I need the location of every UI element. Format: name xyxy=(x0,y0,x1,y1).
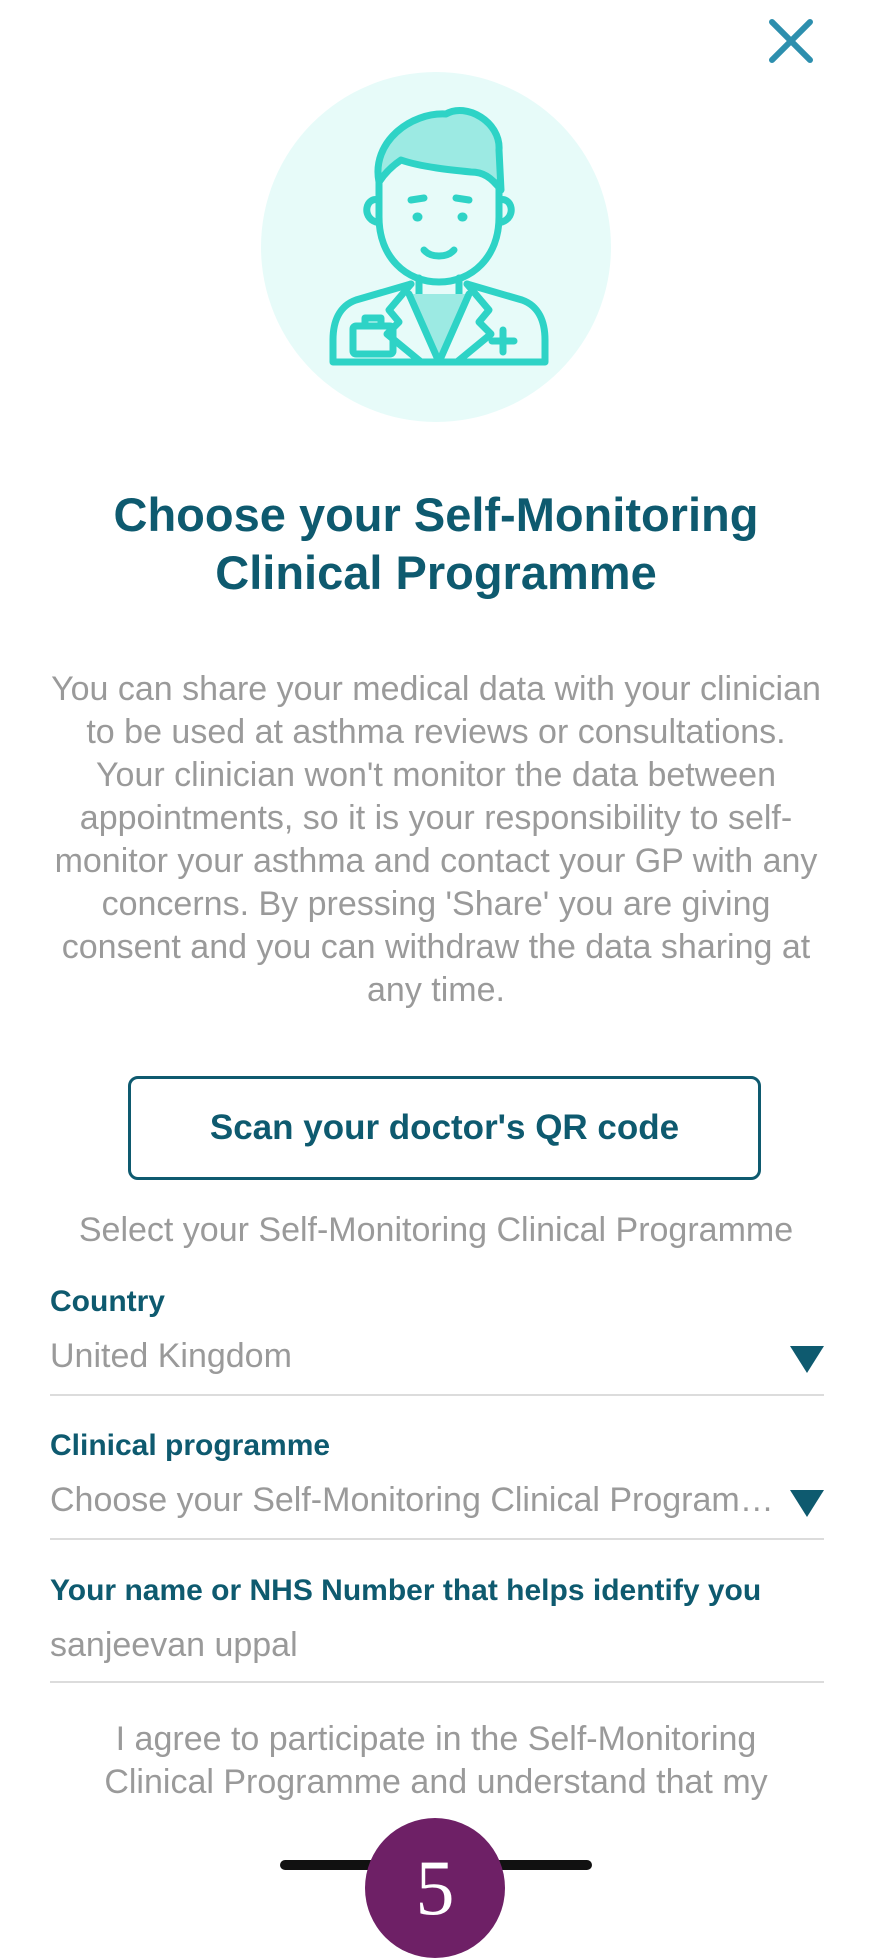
page-title: Choose your Self-Monitoring Clinical Pro… xyxy=(0,486,872,602)
close-button[interactable] xyxy=(760,12,820,72)
description-text: You can share your medical data with you… xyxy=(51,670,821,1009)
close-icon xyxy=(769,19,813,63)
country-value: United Kingdom xyxy=(50,1337,292,1375)
agreement-text: I agree to participate in the Self-Monit… xyxy=(104,1720,768,1818)
country-select[interactable]: Country United Kingdom xyxy=(50,1284,824,1376)
country-label: Country xyxy=(50,1285,165,1318)
identifier-input[interactable]: sanjeevan uppal xyxy=(50,1625,824,1665)
doctor-avatar-icon xyxy=(329,106,549,366)
step-badge: 5 xyxy=(365,1818,505,1958)
identifier-label: Your name or NHS Number that helps ident… xyxy=(50,1574,762,1607)
page-title-line2: Clinical Programme xyxy=(215,546,657,599)
identifier-field[interactable]: Your name or NHS Number that helps ident… xyxy=(50,1573,824,1665)
chevron-down-icon xyxy=(790,1490,824,1517)
doctor-avatar xyxy=(261,72,611,422)
country-underline xyxy=(50,1394,824,1396)
programme-label: Clinical programme xyxy=(50,1429,331,1462)
programme-underline xyxy=(50,1538,824,1540)
scan-qr-button[interactable]: Scan your doctor's QR code xyxy=(128,1076,761,1180)
select-prompt: Select your Self-Monitoring Clinical Pro… xyxy=(78,1211,794,1249)
programme-select[interactable]: Clinical programme Choose your Self-Moni… xyxy=(50,1428,824,1520)
chevron-down-icon xyxy=(790,1346,824,1373)
identifier-underline xyxy=(50,1681,824,1683)
page-title-line1: Choose your Self-Monitoring xyxy=(113,488,759,541)
programme-placeholder: Choose your Self-Monitoring Clinical Pro… xyxy=(50,1481,787,1519)
